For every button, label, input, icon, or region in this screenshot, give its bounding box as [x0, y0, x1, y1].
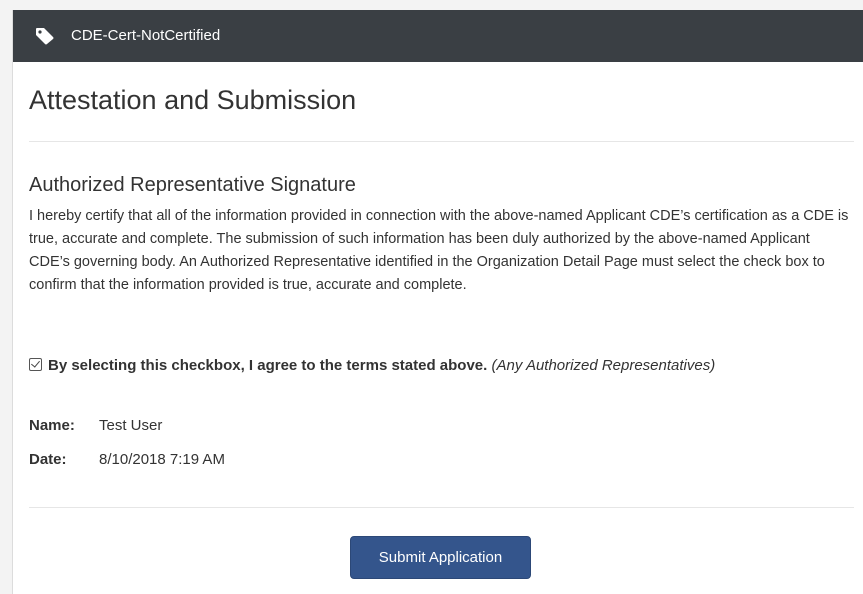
- section-title: Authorized Representative Signature: [29, 174, 356, 196]
- page-title: Attestation and Submission: [29, 85, 357, 115]
- divider: [29, 507, 854, 508]
- agreement-checkbox-row[interactable]: By selecting this checkbox, I agree to t…: [29, 353, 854, 379]
- signer-name-row: Name: Test User: [29, 416, 162, 436]
- attestation-panel: CDE-Cert-NotCertified Attestation and Su…: [12, 10, 863, 594]
- header-title: CDE-Cert-NotCertified: [71, 27, 221, 44]
- name-label: Name:: [29, 417, 75, 434]
- tag-icon: [36, 28, 54, 45]
- date-label: Date:: [29, 451, 67, 468]
- signature-date-row: Date: 8/10/2018 7:19 AM: [29, 450, 225, 470]
- submit-application-button[interactable]: Submit Application: [350, 536, 531, 579]
- name-value: Test User: [99, 417, 163, 434]
- agreement-label: By selecting this checkbox, I agree to t…: [48, 357, 488, 374]
- date-value: 8/10/2018 7:19 AM: [99, 451, 225, 468]
- checked-checkbox-icon[interactable]: [29, 358, 42, 371]
- page-background: CDE-Cert-NotCertified Attestation and Su…: [0, 0, 863, 594]
- certification-text: I hereby certify that all of the informa…: [29, 208, 849, 293]
- agreement-note: (Any Authorized Representatives): [491, 357, 716, 374]
- panel-header: CDE-Cert-NotCertified: [13, 10, 863, 62]
- divider: [29, 141, 854, 142]
